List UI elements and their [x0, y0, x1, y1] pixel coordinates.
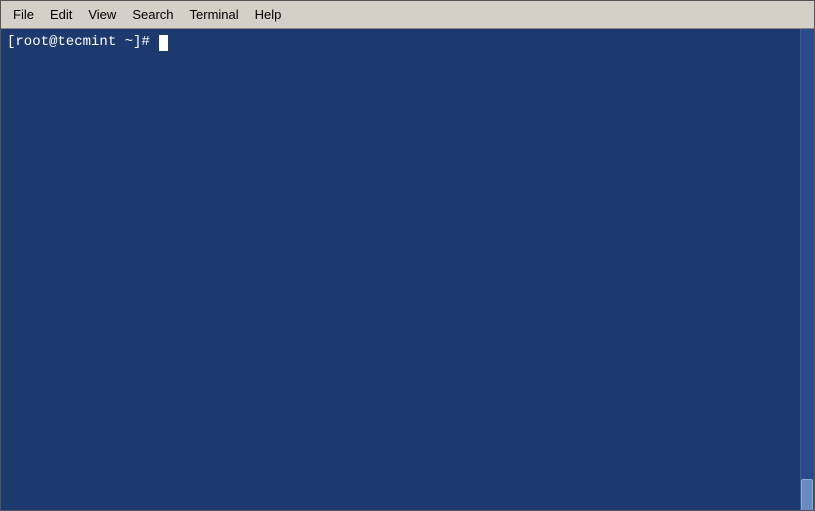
scrollbar[interactable] — [800, 29, 814, 510]
terminal-cursor — [159, 35, 168, 51]
menu-search[interactable]: Search — [124, 4, 181, 25]
terminal-prompt-line: [root@tecmint ~]# — [7, 33, 808, 53]
menu-bar: File Edit View Search Terminal Help — [1, 1, 814, 29]
prompt-text: [root@tecmint ~]# — [7, 33, 158, 53]
menu-terminal[interactable]: Terminal — [182, 4, 247, 25]
menu-file[interactable]: File — [5, 4, 42, 25]
menu-help[interactable]: Help — [247, 4, 290, 25]
menu-view[interactable]: View — [80, 4, 124, 25]
terminal-window: File Edit View Search Terminal Help [roo… — [0, 0, 815, 511]
scrollbar-thumb[interactable] — [801, 479, 813, 510]
menu-edit[interactable]: Edit — [42, 4, 80, 25]
terminal-body[interactable]: [root@tecmint ~]# — [1, 29, 814, 510]
